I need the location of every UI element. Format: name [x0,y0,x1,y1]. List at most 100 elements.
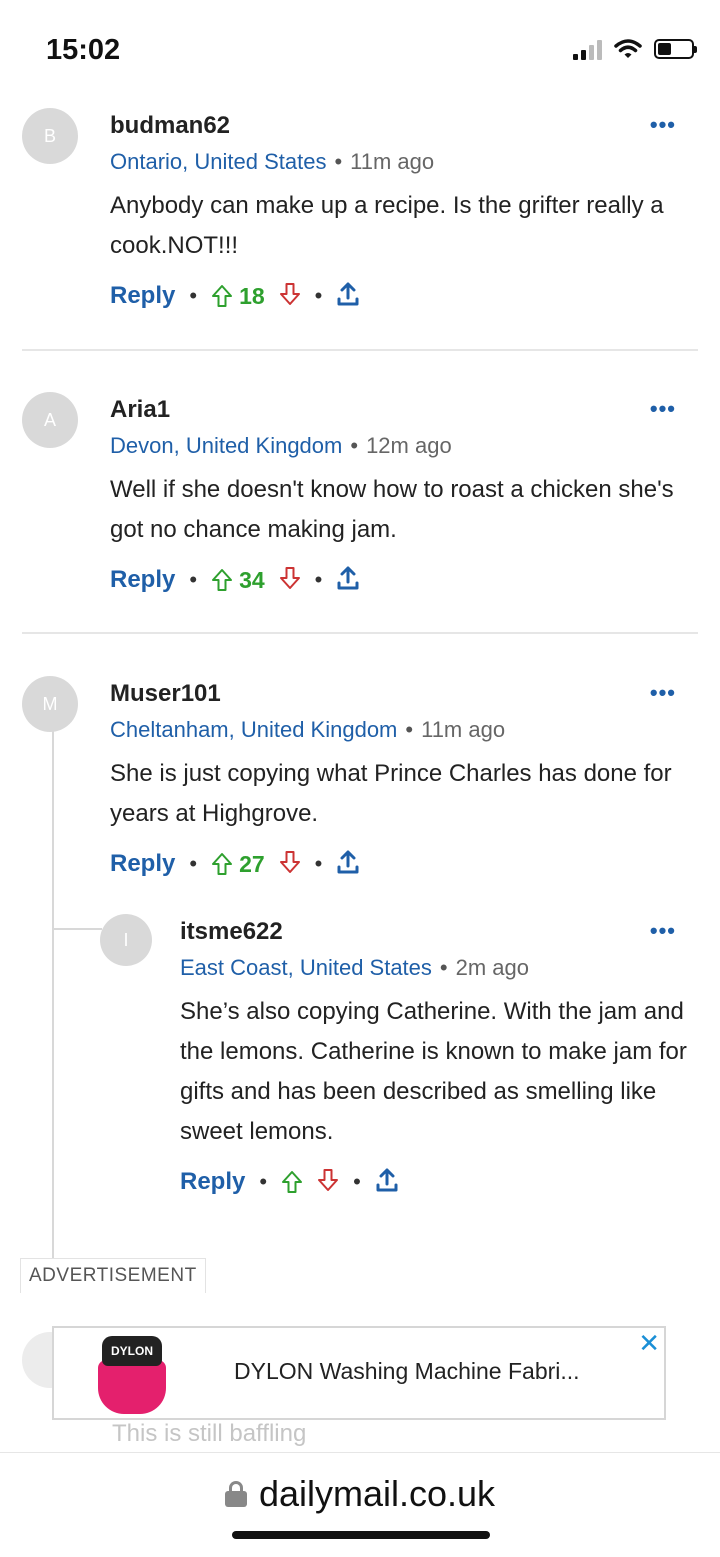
status-time: 15:02 [46,34,121,66]
wifi-icon [614,39,642,58]
downvote-button[interactable] [279,566,301,595]
avatar-letter: I [123,929,129,950]
share-icon [337,566,359,589]
upvote-count: 27 [239,850,265,877]
downvote-button[interactable] [279,850,301,879]
cellular-signal-icon [573,38,602,60]
dye-pot-shape [98,1360,166,1414]
ad-product-image: DYLON [98,1336,166,1416]
downvote-button[interactable] [317,1168,339,1197]
thread-connector [52,928,102,930]
comment-time: 2m ago [455,955,529,980]
comment-text: She’s also copying Catherine. With the j… [180,998,687,1145]
comment-time: 11m ago [350,149,435,174]
comment-text: This is still baffling [112,1420,307,1447]
reply-button[interactable]: Reply [110,566,175,594]
share-button[interactable] [336,565,360,596]
lock-icon [224,1481,247,1507]
share-icon [337,282,359,305]
comment-body: itsme622 East Coast, United States • 2m ag… [180,914,690,1202]
arrow-down-icon [279,566,300,589]
ad-title[interactable]: DYLON Washing Machine Fabri... [234,1358,580,1385]
comment-actions: Reply • 34 • [110,560,690,600]
comment-username[interactable]: Aria1 [110,392,690,428]
comment-meta: Devon, United Kingdom • 12m ago [110,428,690,464]
share-icon [376,1168,398,1191]
battery-icon [654,39,697,59]
reply-button[interactable]: Reply [180,1168,245,1196]
comment-location[interactable]: Ontario, United States [110,149,326,174]
status-bar: 15:02 [0,0,720,100]
comment-time: 11m ago [421,717,506,742]
comment-username[interactable]: itsme622 [180,914,690,950]
upvote-button[interactable]: 18 [211,283,265,310]
divider [22,632,698,634]
action-separator: • [189,851,198,876]
home-indicator[interactable] [232,1531,490,1539]
meta-separator: • [405,717,414,742]
comment-meta: Cheltanham, United Kingdom • 11m ago [110,712,690,748]
action-separator: • [353,1169,361,1194]
avatar-letter: M [42,693,58,714]
reply-button[interactable]: Reply [110,282,175,310]
action-separator: • [314,851,323,876]
comment-body: Aria1 Devon, United Kingdom • 12m ago Well… [110,392,690,600]
comment-meta: Ontario, United States • 11m ago [110,144,690,180]
avatar[interactable]: B [22,108,78,164]
close-icon[interactable]: ✕ [638,1328,660,1359]
comment-body: Muser101 Cheltanham, United Kingdom • 11m … [110,676,690,884]
comment-actions: Reply • 18 • [110,276,690,316]
product-brand: DYLON [102,1336,162,1366]
url-display[interactable]: dailymail.co.uk [0,1473,720,1515]
ad-banner[interactable]: DYLON DYLON Washing Machine Fabri... ✕ [52,1326,666,1420]
browser-address-bar[interactable]: dailymail.co.uk [0,1452,720,1557]
comment-actions: Reply • • [180,1162,690,1202]
avatar[interactable]: A [22,392,78,448]
meta-separator: • [334,149,343,174]
comment-text: She is just copying what Prince Charles … [110,760,672,827]
avatar-letter: B [43,125,56,146]
reply-button[interactable]: Reply [110,850,175,878]
meta-separator: • [439,955,448,980]
upvote-button[interactable]: 34 [211,567,265,594]
arrow-down-icon [279,282,300,305]
action-separator: • [259,1169,268,1194]
url-text: dailymail.co.uk [258,1473,496,1514]
action-separator: • [189,567,198,592]
comment-location[interactable]: East Coast, United States [180,955,432,980]
status-icons [573,38,697,60]
comment-location[interactable]: Cheltanham, United Kingdom [110,717,397,742]
arrow-down-icon [279,850,300,873]
divider [22,349,698,351]
arrow-up-icon [212,569,233,591]
avatar[interactable]: M [22,676,78,732]
share-button[interactable] [336,281,360,312]
avatar[interactable]: I [100,914,152,966]
upvote-count: 18 [239,282,265,309]
advertisement-label: ADVERTISEMENT [20,1258,206,1293]
downvote-button[interactable] [279,282,301,311]
comment-meta: East Coast, United States • 2m ago [180,950,690,986]
comment-username[interactable]: Muser101 [110,676,690,712]
arrow-up-icon [212,285,233,307]
action-separator: • [189,283,198,308]
arrow-up-icon [212,853,233,875]
comment-time: 12m ago [366,433,452,458]
action-separator: • [314,567,323,592]
avatar-letter: A [43,409,56,430]
comment-username[interactable]: budman62 [110,108,690,144]
upvote-button[interactable] [281,1170,303,1194]
meta-separator: • [350,433,359,458]
thread-line [52,730,54,1260]
comment-text: Anybody can make up a recipe. Is the gri… [110,192,664,259]
upvote-count: 34 [239,566,265,593]
comment-text: Well if she doesn't know how to roast a … [110,476,674,543]
upvote-button[interactable]: 27 [211,851,265,878]
action-separator: • [314,283,323,308]
share-button[interactable] [375,1167,399,1198]
arrow-up-icon [282,1171,303,1193]
arrow-down-icon [318,1168,339,1191]
comment-body: budman62 Ontario, United States • 11m ago … [110,108,690,316]
comment-location[interactable]: Devon, United Kingdom [110,433,342,458]
share-button[interactable] [336,849,360,880]
